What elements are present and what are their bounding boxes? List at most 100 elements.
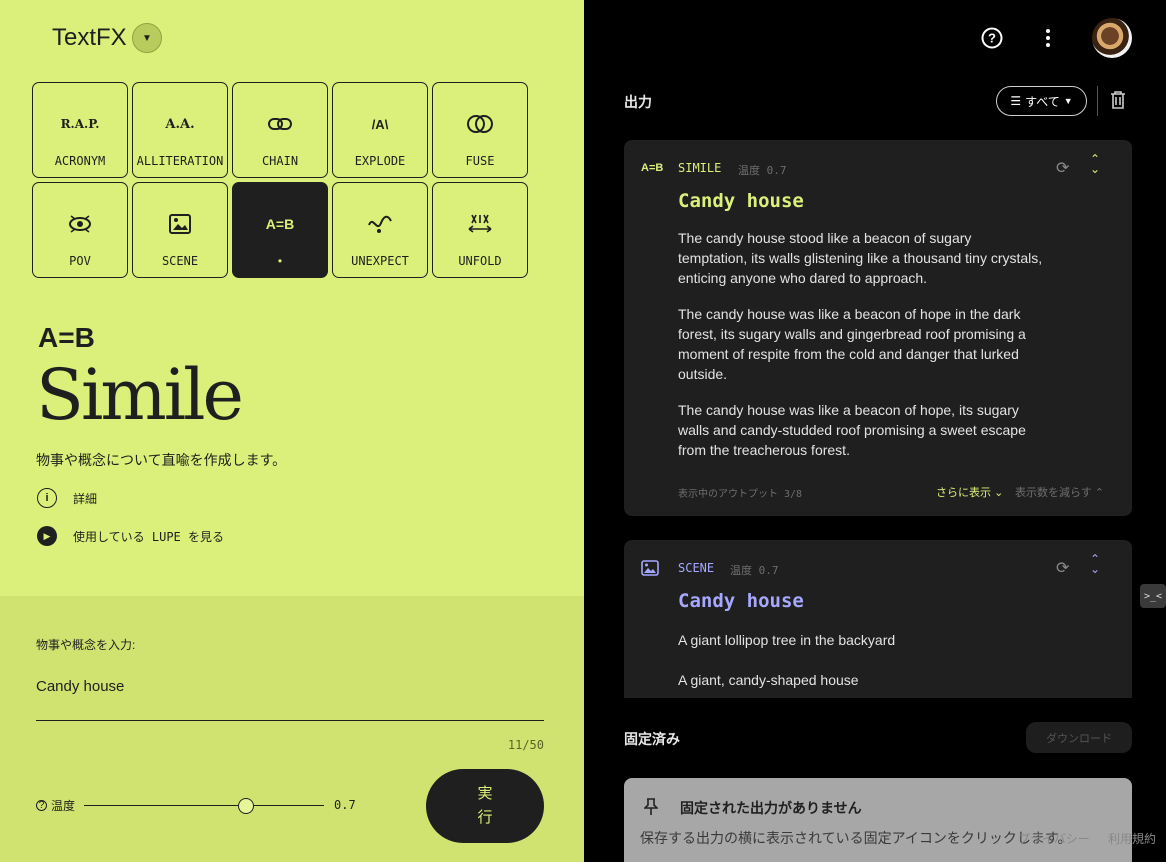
- user-avatar[interactable]: [1092, 18, 1132, 58]
- lupe-link[interactable]: ▶ 使用している LUPE を見る: [37, 526, 224, 546]
- selected-tool-description: 物事や概念について直喩を作成します。: [36, 452, 287, 468]
- run-label-line1: 実: [477, 785, 493, 802]
- expand-collapse-icon[interactable]: ⌃ ⌄: [1090, 553, 1100, 575]
- acronym-icon: R.A.P.: [60, 117, 100, 131]
- unexpect-icon: [367, 211, 393, 237]
- chevron-down-icon: ▼: [142, 32, 152, 44]
- chevron-down-icon: ▼: [1063, 96, 1073, 106]
- tool-label: •: [277, 254, 283, 268]
- unfold-icon: [467, 211, 493, 237]
- tool-label: SCENE: [161, 254, 199, 268]
- help-icon[interactable]: ?: [980, 26, 1004, 50]
- tool-scene[interactable]: SCENE: [132, 182, 228, 278]
- card-type: SIMILE: [678, 161, 722, 175]
- tool-label: EXPLODE: [354, 154, 406, 168]
- tool-acronym[interactable]: R.A.P. ACRONYM: [32, 82, 128, 178]
- temperature-slider-track[interactable]: [84, 805, 324, 806]
- details-link-label: 詳細: [73, 491, 98, 506]
- tool-label: UNFOLD: [458, 254, 502, 268]
- chevron-up-icon: ⌃: [1094, 487, 1105, 499]
- show-more-label: さらに表示: [936, 487, 991, 499]
- tool-fuse[interactable]: FUSE: [432, 82, 528, 178]
- lupe-link-label: 使用している LUPE を見る: [73, 529, 224, 544]
- download-button[interactable]: ダウンロード: [1026, 722, 1132, 753]
- show-more-button[interactable]: さらに表示 ⌄: [936, 484, 1003, 500]
- show-less-label: 表示数を減らす: [1015, 487, 1092, 499]
- explode-icon: /A\: [371, 116, 389, 132]
- output-paragraph: The candy house stood like a beacon of s…: [678, 230, 1043, 286]
- run-label-line2: 行: [477, 809, 493, 826]
- tool-label: POV: [69, 254, 91, 268]
- input-label: 物事や概念を入力:: [36, 638, 136, 652]
- concept-input[interactable]: [36, 678, 536, 695]
- fuse-icon: [467, 111, 493, 137]
- output-paragraph: The candy house was like a beacon of hop…: [678, 402, 1026, 458]
- trash-icon[interactable]: [1110, 90, 1126, 115]
- tool-label: ACRONYM: [54, 154, 106, 168]
- list-icon: ☰: [1010, 94, 1022, 108]
- input-underline: [36, 720, 544, 721]
- output-paragraph: A giant lollipop tree in the backyard: [678, 632, 896, 648]
- tool-unfold[interactable]: UNFOLD: [432, 182, 528, 278]
- chevron-down-icon: ⌄: [994, 487, 1004, 499]
- temperature-slider-thumb[interactable]: [238, 798, 254, 814]
- temperature-label-group: ? 温度: [36, 797, 75, 814]
- app-menu-dropdown[interactable]: ▼: [132, 23, 162, 53]
- tool-explode[interactable]: /A\ EXPLODE: [332, 82, 428, 178]
- temperature-label: 温度: [51, 799, 76, 813]
- input-panel: 物事や概念を入力: 11/50 ? 温度 0.7 実 行: [0, 596, 584, 862]
- expand-collapse-icon[interactable]: ⌃ ⌄: [1090, 153, 1100, 175]
- scene-icon: [641, 560, 659, 579]
- output-paragraph: The candy house was like a beacon of hop…: [678, 306, 1026, 382]
- empty-subtitle: 保存する出力の横に表示されている固定アイコンをクリックします。: [640, 830, 1072, 846]
- svg-text:?: ?: [988, 31, 996, 46]
- privacy-link[interactable]: プライバシー: [1018, 830, 1090, 847]
- pinned-title: 固定済み: [624, 731, 680, 747]
- details-link[interactable]: i 詳細: [37, 488, 97, 508]
- tool-pov[interactable]: POV: [32, 182, 128, 278]
- alliteration-icon: A.A.: [165, 116, 195, 132]
- tool-label: UNEXPECT: [351, 254, 409, 268]
- tool-label: CHAIN: [261, 154, 299, 168]
- simile-icon: A=B: [641, 162, 664, 174]
- card-temperature: 温度 0.7: [738, 164, 787, 177]
- tool-label: FUSE: [465, 154, 495, 168]
- tool-simile[interactable]: A=B •: [232, 182, 328, 278]
- refresh-icon[interactable]: ⟳: [1056, 158, 1069, 178]
- side-panel-button[interactable]: >_<: [1140, 584, 1166, 608]
- pin-icon: [643, 798, 659, 821]
- more-vert-icon[interactable]: [1036, 26, 1060, 50]
- run-button[interactable]: 実 行: [426, 769, 544, 843]
- help-icon[interactable]: ?: [36, 800, 47, 811]
- output-filter-dropdown[interactable]: ☰ すべて ▼: [996, 86, 1087, 116]
- pov-icon: [67, 211, 93, 237]
- show-less-button[interactable]: 表示数を減らす ⌃: [1015, 484, 1104, 500]
- terms-link[interactable]: 利用規約: [1108, 830, 1156, 847]
- output-panel: ? 出力 ☰ すべて ▼ A=B SIMILE 温度 0.7 ⟳ ⌃ ⌄ Cand…: [584, 0, 1166, 862]
- tool-panel: TextFX ▼ R.A.P. ACRONYM A.A. ALLITERATIO…: [0, 0, 584, 862]
- empty-title: 固定された出力がありません: [680, 800, 862, 816]
- tool-unexpect[interactable]: UNEXPECT: [332, 182, 428, 278]
- output-paragraph: A giant, candy-shaped house: [678, 672, 859, 688]
- card-heading: Candy house: [678, 190, 804, 212]
- selected-tool-title: Simile: [36, 354, 244, 436]
- info-icon: i: [37, 488, 57, 508]
- divider: [1097, 86, 1098, 116]
- output-card-scene: SCENE 温度 0.7 ⟳ ⌃ ⌄ Candy house A giant lo…: [624, 540, 1132, 698]
- tool-alliteration[interactable]: A.A. ALLITERATION: [132, 82, 228, 178]
- char-counter: 11/50: [507, 738, 544, 752]
- refresh-icon[interactable]: ⟳: [1056, 558, 1069, 578]
- pinned-empty-state: 固定された出力がありません 保存する出力の横に表示されている固定アイコンをクリッ…: [624, 778, 1132, 862]
- temperature-value: 0.7: [334, 798, 356, 812]
- tool-label: ALLITERATION: [136, 154, 224, 168]
- shown-count: 表示中のアウトプット 3/8: [678, 489, 803, 500]
- card-type: SCENE: [678, 561, 715, 575]
- tool-chain[interactable]: CHAIN: [232, 82, 328, 178]
- scene-icon: [169, 211, 191, 237]
- chain-icon: [267, 111, 293, 137]
- play-icon: ▶: [37, 526, 57, 546]
- filter-label: すべて: [1025, 94, 1060, 109]
- simile-icon: A=B: [265, 216, 295, 232]
- card-heading: Candy house: [678, 590, 804, 612]
- output-title: 出力: [624, 94, 652, 110]
